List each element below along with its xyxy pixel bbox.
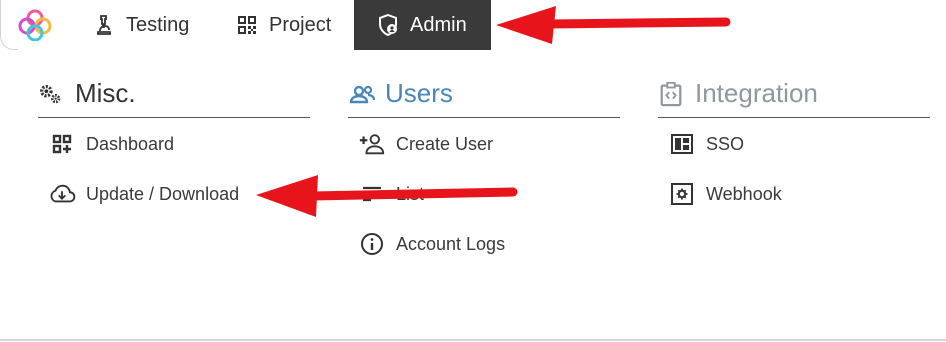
- menu-item-dashboard[interactable]: Dashboard: [48, 130, 174, 158]
- menu-item-sso[interactable]: SSO: [668, 130, 744, 158]
- info-icon: [358, 230, 386, 258]
- tab-admin-label: Admin: [410, 13, 467, 36]
- tab-testing-label: Testing: [126, 13, 190, 36]
- top-nav-bar: Testing Project Admin: [0, 0, 946, 50]
- tab-project[interactable]: Project: [235, 0, 331, 50]
- integration-icon: [658, 80, 686, 108]
- sso-icon: [668, 130, 696, 158]
- tab-project-label: Project: [269, 13, 332, 36]
- menu-item-webhook-label: Webhook: [706, 183, 782, 204]
- tab-admin[interactable]: Admin: [354, 0, 491, 50]
- cloud-download-icon: [48, 180, 76, 208]
- menu-item-sso-label: SSO: [706, 133, 745, 154]
- menu-item-account-logs-label: Account Logs: [396, 233, 506, 254]
- microscope-icon: [92, 13, 116, 37]
- users-icon: [348, 80, 376, 108]
- bottom-divider: [0, 339, 946, 341]
- misc-heading: Misc.: [38, 72, 310, 118]
- menu-item-update-download[interactable]: Update / Download: [48, 180, 239, 208]
- menu-item-create-user-label: Create User: [396, 133, 494, 154]
- add-user-icon: [358, 130, 386, 158]
- menu-item-create-user[interactable]: Create User: [358, 130, 493, 158]
- annotation-arrow-admin: [496, 6, 731, 44]
- menu-item-dashboard-label: Dashboard: [86, 133, 175, 154]
- menu-column-integration: Integration: [658, 72, 930, 118]
- shield-user-icon: [376, 13, 400, 37]
- tab-testing[interactable]: Testing: [92, 0, 189, 50]
- gears-icon: [38, 80, 66, 108]
- annotation-arrow-update-download: [256, 175, 518, 217]
- dashboard-plus-icon: [48, 130, 76, 158]
- users-heading: Users: [348, 72, 620, 118]
- menu-column-users: Users: [348, 72, 620, 118]
- integration-heading: Integration: [658, 72, 930, 118]
- qr-code-icon: [235, 13, 259, 37]
- nav-bar-edge: [0, 0, 18, 50]
- integration-title: Integration: [695, 78, 818, 108]
- menu-item-update-download-label: Update / Download: [86, 183, 240, 204]
- menu-column-misc: Misc.: [38, 72, 310, 118]
- misc-title: Misc.: [75, 78, 136, 108]
- app-logo-icon[interactable]: [18, 9, 52, 41]
- users-title: Users: [385, 78, 453, 108]
- menu-item-webhook[interactable]: Webhook: [668, 180, 782, 208]
- webhook-icon: [668, 180, 696, 208]
- menu-item-account-logs[interactable]: Account Logs: [358, 230, 505, 258]
